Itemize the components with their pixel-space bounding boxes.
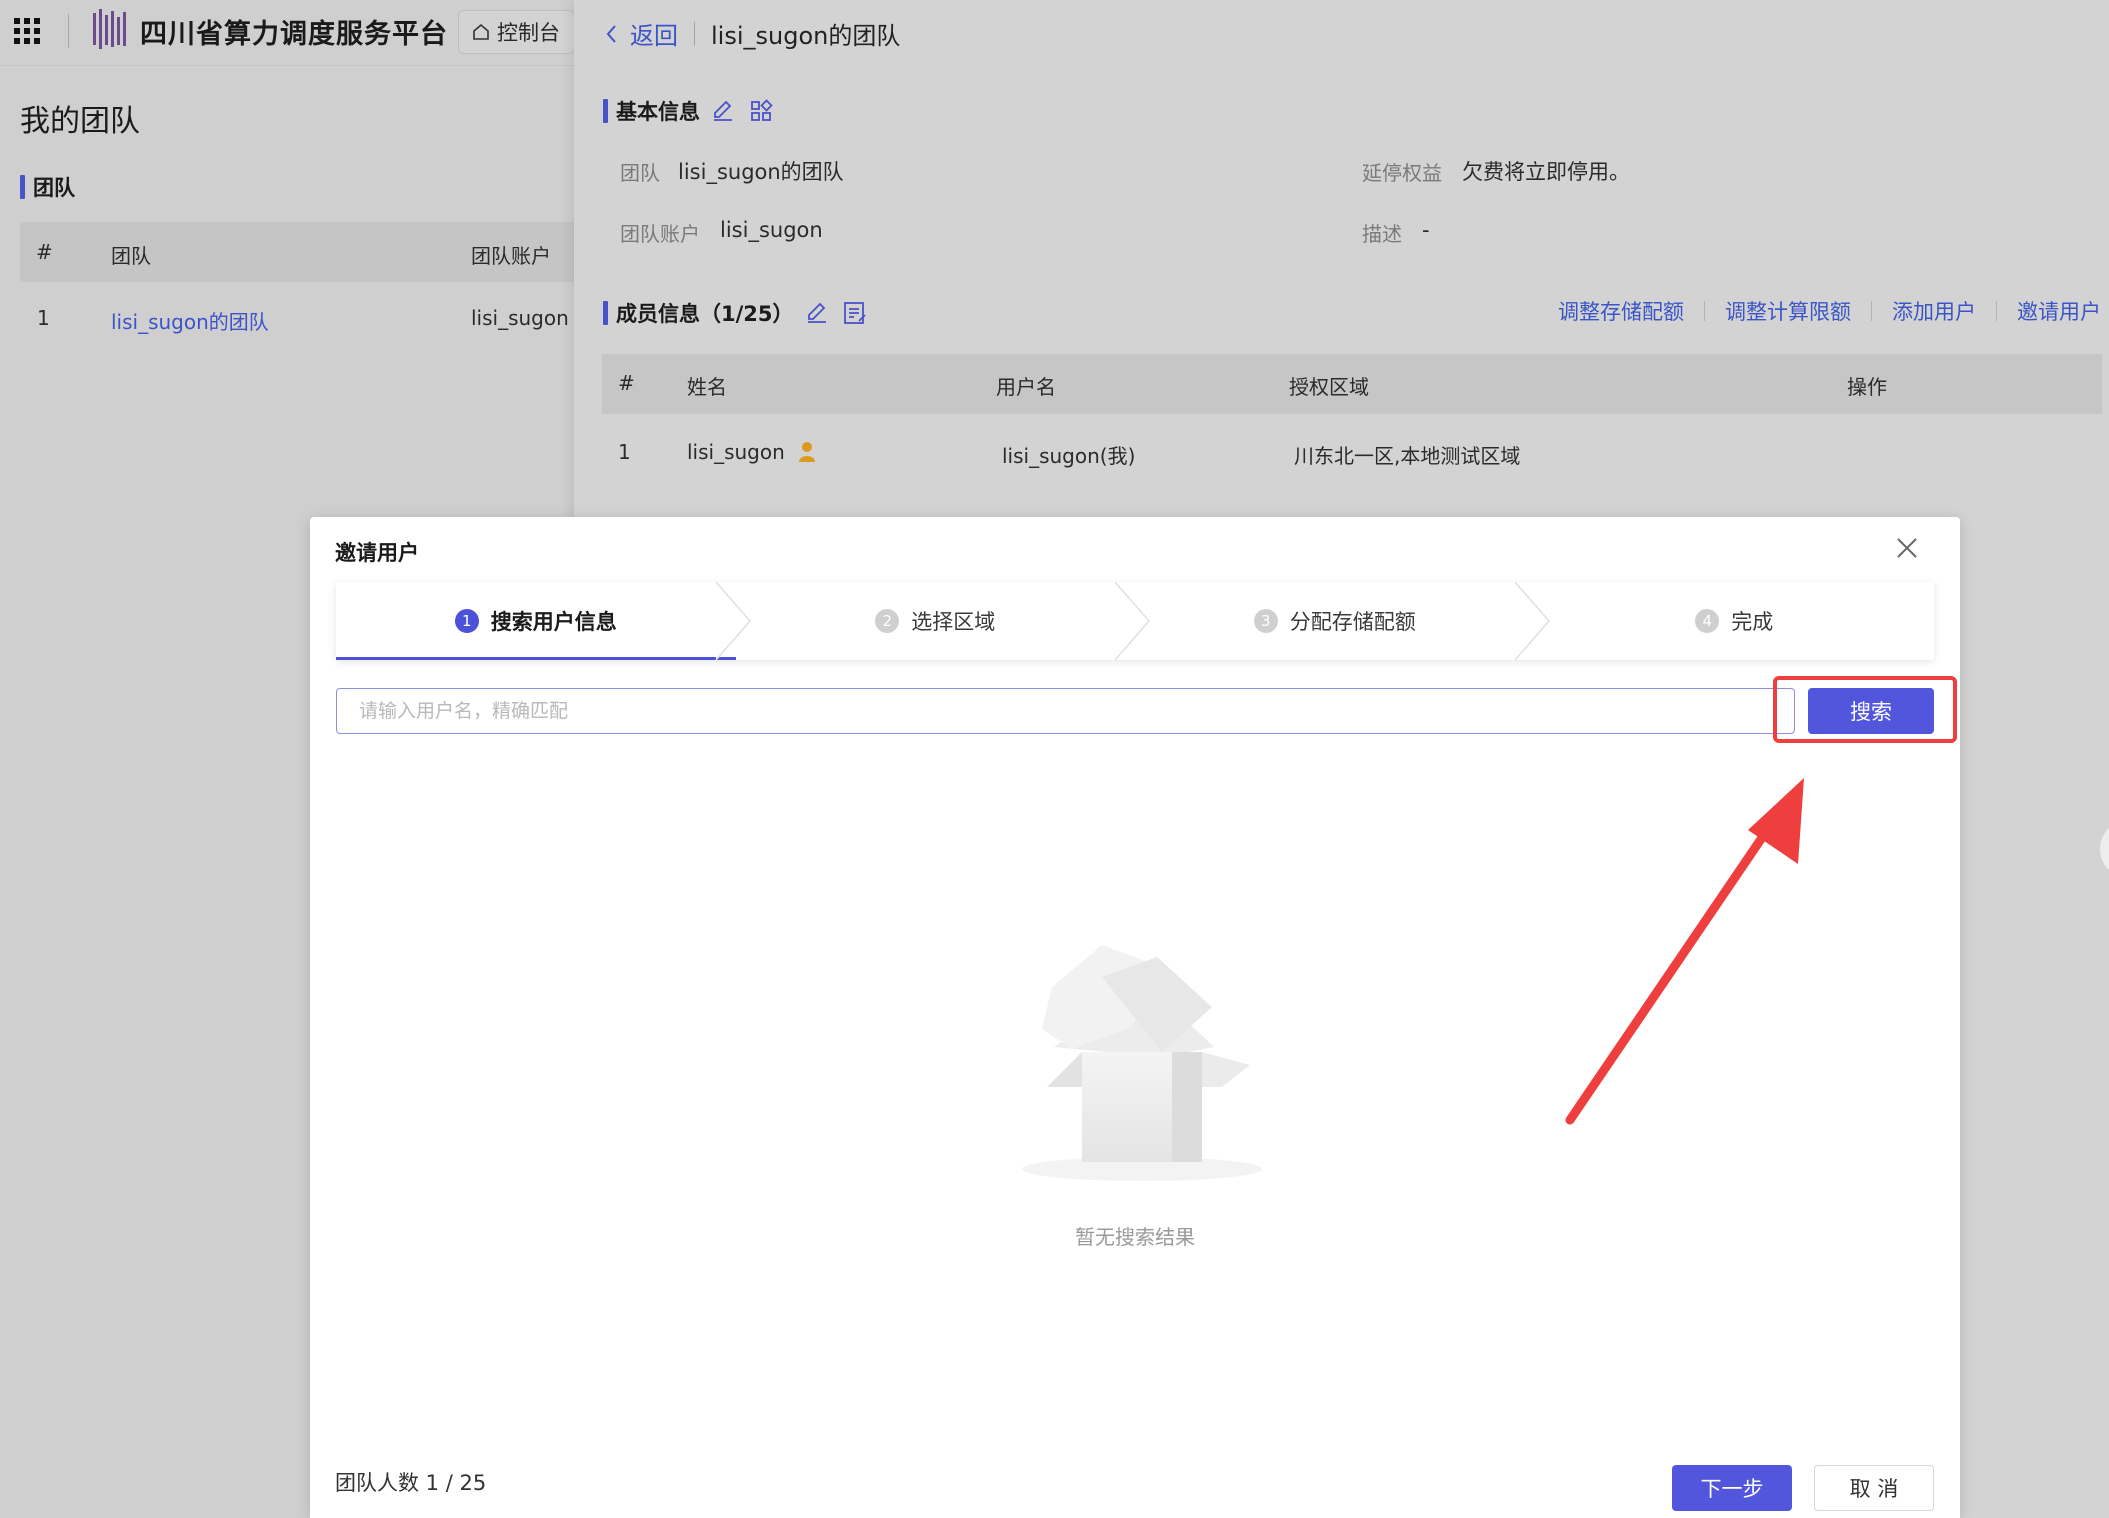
chevron-step-icon <box>1114 582 1150 660</box>
adjust-storage-link[interactable]: 调整存储配额 <box>1558 296 1684 326</box>
team-label: 团队 <box>620 161 660 185</box>
home-icon <box>473 23 489 40</box>
invite-user-link[interactable]: 邀请用户 <box>2017 296 2101 326</box>
step-label: 分配存储配额 <box>1289 610 1416 634</box>
action-divider <box>1996 301 1997 321</box>
basic-info-title: 基本信息 <box>616 100 700 124</box>
member-col-regions: 授权区域 <box>1289 375 1369 399</box>
step-number: 1 <box>454 609 479 633</box>
apps-grid-icon[interactable] <box>14 18 40 44</box>
team-table-header: # 团队 团队账户 <box>20 222 580 282</box>
team-row-index: 1 <box>37 306 50 330</box>
member-col-name: 姓名 <box>687 375 727 399</box>
annotation-highlight-box <box>1773 676 1957 743</box>
member-row-name: lisi_sugon <box>687 440 785 464</box>
step-complete[interactable]: 4 完成 <box>1535 582 1935 660</box>
add-user-link[interactable]: 添加用户 <box>1892 296 1976 326</box>
modal-title: 邀请用户 <box>335 541 419 565</box>
member-table-header: # 姓名 用户名 授权区域 操作 <box>602 354 2102 414</box>
close-icon[interactable] <box>1892 533 1922 563</box>
edit-icon[interactable] <box>802 298 832 328</box>
members-header: 成员信息（1/25） <box>603 298 870 328</box>
team-section-title: 团队 <box>33 176 75 200</box>
edit-icon[interactable] <box>708 96 738 126</box>
list-edit-icon[interactable] <box>840 298 870 328</box>
topbar-divider <box>68 14 69 48</box>
back-button[interactable]: 返回 <box>630 16 678 51</box>
platform-title: 四川省算力调度服务平台 <box>140 19 448 50</box>
chevron-step-icon <box>714 582 751 660</box>
console-button[interactable]: 控制台 <box>458 10 575 54</box>
basic-info-header: 基本信息 <box>603 96 776 126</box>
page: 四川省算力调度服务平台 控制台 我的团队 团队 # 团队 团队账户 1 lisi… <box>0 0 2109 1518</box>
member-row-username: lisi_sugon(我) <box>1002 444 1136 468</box>
step-label: 搜索用户信息 <box>490 610 617 634</box>
member-col-actions: 操作 <box>1847 375 1887 399</box>
adjust-compute-link[interactable]: 调整计算限额 <box>1725 296 1851 326</box>
team-row-link[interactable]: lisi_sugon的团队 <box>111 306 269 335</box>
page-title: 我的团队 <box>20 104 140 139</box>
section-marker <box>20 175 25 199</box>
drawer-header: 返回 lisi_sugon的团队 <box>604 16 900 51</box>
team-member-count: 团队人数 1 / 25 <box>335 1471 487 1495</box>
next-step-button[interactable]: 下一步 <box>1672 1465 1792 1511</box>
cancel-button[interactable]: 取 消 <box>1814 1465 1934 1511</box>
action-divider <box>1871 301 1872 321</box>
owner-badge-icon <box>799 442 815 462</box>
step-label: 完成 <box>1731 610 1774 634</box>
action-divider <box>1704 301 1705 321</box>
chevron-step-icon <box>1513 582 1550 660</box>
team-row-account: lisi_sugon <box>471 306 569 330</box>
section-marker <box>603 301 608 325</box>
drawer-title: lisi_sugon的团队 <box>711 22 901 50</box>
step-number: 4 <box>1695 609 1720 633</box>
section-marker <box>603 99 608 123</box>
team-col-account: 团队账户 <box>471 244 551 268</box>
team-value: lisi_sugon的团队 <box>678 160 844 184</box>
step-indicator: 1 搜索用户信息 2 选择区域 3 分配存储配额 4 完成 <box>336 582 1934 660</box>
grid-view-icon[interactable] <box>746 96 776 126</box>
account-value: lisi_sugon <box>720 218 823 242</box>
grace-value: 欠费将立即停用。 <box>1462 160 1630 184</box>
step-search-user[interactable]: 1 搜索用户信息 <box>336 582 751 660</box>
team-col-name: 团队 <box>111 244 151 268</box>
header-divider <box>694 21 695 46</box>
brand-logo-icon <box>93 9 126 49</box>
arrow-annotation-icon <box>1565 778 1804 1125</box>
step-number: 3 <box>1253 609 1278 633</box>
grace-label: 延停权益 <box>1362 161 1442 185</box>
member-col-index: # <box>618 371 635 395</box>
desc-value: - <box>1422 218 1430 242</box>
step-label: 选择区域 <box>911 610 996 634</box>
username-search-input[interactable] <box>336 688 1795 734</box>
member-row-index: 1 <box>618 440 631 464</box>
empty-state-text: 暂无搜索结果 <box>1075 1225 1195 1249</box>
team-section-header: 团队 <box>20 172 75 202</box>
member-actions: 调整存储配额 调整计算限额 添加用户 邀请用户 <box>1558 296 2101 326</box>
chevron-left-icon[interactable] <box>604 23 620 45</box>
step-select-region[interactable]: 2 选择区域 <box>736 582 1150 660</box>
step-number: 2 <box>875 609 900 633</box>
empty-box-icon <box>1022 945 1262 1181</box>
console-label: 控制台 <box>497 21 560 45</box>
account-label: 团队账户 <box>620 222 700 246</box>
step-assign-storage[interactable]: 3 分配存储配额 <box>1135 582 1550 660</box>
member-col-username: 用户名 <box>996 375 1056 399</box>
team-col-index: # <box>36 240 53 264</box>
member-row-regions: 川东北一区,本地测试区域 <box>1294 444 1521 468</box>
members-title: 成员信息（1/25） <box>616 302 794 326</box>
desc-label: 描述 <box>1362 222 1402 246</box>
